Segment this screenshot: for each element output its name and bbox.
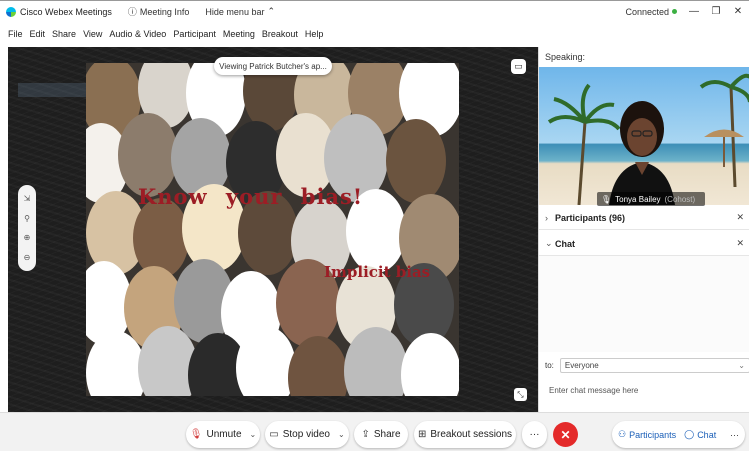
- menu-audio-video[interactable]: Audio & Video: [109, 29, 166, 39]
- zoom-out-icon[interactable]: ⊖: [24, 253, 31, 262]
- breakout-sessions-button[interactable]: ⊞ Breakout sessions: [414, 421, 516, 448]
- speaker-name-tag: 🎙 Tonya Bailey (Cohost): [597, 192, 705, 206]
- more-options-button[interactable]: ···: [522, 421, 547, 448]
- pip-icon: ▭: [514, 61, 523, 71]
- fit-to-window-button[interactable]: ⤡: [514, 388, 527, 401]
- more-panels-icon[interactable]: ···: [730, 430, 739, 440]
- chat-bubble-icon: ◯: [684, 429, 695, 439]
- recipient-value: Everyone: [564, 361, 599, 370]
- menu-view[interactable]: View: [83, 29, 102, 39]
- stop-video-label: Stop video: [282, 429, 330, 440]
- connection-label: Connected: [625, 6, 669, 17]
- chat-messages[interactable]: [539, 256, 749, 352]
- close-chat-icon[interactable]: ✕: [736, 238, 744, 249]
- person-icon: ⚇: [618, 429, 627, 439]
- hide-menu-label: Hide menu bar: [205, 6, 265, 17]
- chevron-down-icon[interactable]: ⌄: [338, 430, 345, 439]
- chevron-down-icon: ⌄: [738, 361, 745, 370]
- connection-status: Connected: [625, 7, 677, 17]
- video-camera-icon: ▭: [269, 429, 279, 440]
- side-panel: Speaking: 🎙 Tonya Bailey (Cohost) › Part: [538, 47, 749, 412]
- zoom-in-icon[interactable]: ⊕: [24, 233, 31, 242]
- title-bar: Cisco Webex Meetings ⓘ Meeting Info Hide…: [0, 0, 749, 22]
- breakout-icon: ⊞: [417, 429, 427, 440]
- hide-menu-bar-button[interactable]: Hide menu bar ⌃: [205, 6, 275, 17]
- meeting-info-label: Meeting Info: [139, 6, 190, 17]
- app-name: Cisco Webex Meetings: [20, 6, 112, 17]
- pin-icon[interactable]: ⚲: [24, 214, 30, 223]
- menu-file[interactable]: File: [8, 29, 23, 39]
- panel-toggles: ⚇ Participants ◯ Chat ···: [612, 421, 745, 448]
- chat-input[interactable]: [549, 383, 739, 397]
- stop-video-button[interactable]: ▭ Stop video ⌄: [265, 421, 349, 448]
- participants-toggle-button[interactable]: ⚇ Participants: [618, 429, 676, 440]
- more-icon: ···: [529, 429, 540, 440]
- muted-microphone-icon: 🎙: [189, 429, 203, 440]
- chat-label: Chat: [555, 238, 575, 249]
- meeting-controls: 🎙 Unmute ⌄ ▭ Stop video ⌄ ⇪ Share ⊞ Brea…: [0, 412, 749, 451]
- menu-meeting[interactable]: Meeting: [223, 29, 255, 39]
- chevron-right-icon: ›: [545, 212, 548, 223]
- app-title: Cisco Webex Meetings: [6, 6, 112, 17]
- menu-participant[interactable]: Participant: [173, 29, 216, 39]
- menu-bar: File Edit Share View Audio & Video Parti…: [0, 22, 749, 46]
- participants-toggle-label: Participants: [629, 429, 677, 440]
- unmute-label: Unmute: [206, 429, 242, 440]
- menu-share[interactable]: Share: [52, 29, 76, 39]
- chat-recipient-select[interactable]: Everyone ⌄: [559, 358, 749, 373]
- chevron-up-icon: ⌃: [267, 6, 276, 16]
- speaker-role: (Cohost): [664, 194, 696, 204]
- to-label: to:: [545, 361, 554, 370]
- speaker-video[interactable]: [539, 67, 749, 205]
- beach-video-feed: [547, 73, 749, 205]
- minimize-icon[interactable]: —: [689, 6, 699, 17]
- unmute-button[interactable]: 🎙 Unmute ⌄: [186, 421, 260, 448]
- chat-recipient-row: to: Everyone ⌄: [545, 358, 749, 373]
- participants-label: Participants (96): [555, 212, 626, 223]
- close-window-icon[interactable]: ✕: [733, 6, 743, 17]
- picture-in-picture-button[interactable]: ▭: [511, 59, 526, 74]
- fit-icon: ⤡: [517, 389, 524, 399]
- share-icon: ⇪: [361, 429, 370, 440]
- restore-icon[interactable]: ❐: [711, 6, 721, 17]
- slide-subtitle: Implicit bias: [324, 263, 431, 281]
- viewing-indicator[interactable]: Viewing Patrick Butcher's ap...: [214, 57, 332, 75]
- shared-image: Know your bias! Implicit bias: [86, 63, 459, 396]
- share-button[interactable]: ⇪ Share: [354, 421, 408, 448]
- viewing-label: Viewing Patrick Butcher's ap...: [219, 61, 327, 71]
- chevron-down-icon[interactable]: ⌄: [250, 430, 257, 439]
- info-icon: ⓘ: [127, 7, 137, 17]
- shared-content-stage: Know your bias! Implicit bias Viewing Pa…: [8, 47, 538, 412]
- webex-logo-icon: [6, 6, 16, 17]
- head-silhouettes-illustration: [86, 63, 459, 396]
- leave-meeting-button[interactable]: ✕: [553, 422, 578, 447]
- microphone-icon: 🎙: [601, 194, 612, 204]
- participants-section-header[interactable]: › Participants (96) ✕: [539, 206, 749, 230]
- slide-title: Know your bias!: [138, 184, 364, 209]
- menu-breakout[interactable]: Breakout: [262, 29, 298, 39]
- close-icon: ✕: [560, 427, 571, 442]
- menu-edit[interactable]: Edit: [30, 29, 46, 39]
- annotation-toolbar: ⇲ ⚲ ⊕ ⊖: [18, 185, 36, 271]
- chat-toggle-button[interactable]: ◯ Chat: [684, 429, 716, 440]
- speaking-label: Speaking:: [545, 52, 586, 62]
- share-label: Share: [373, 429, 401, 440]
- chevron-down-icon: ⌄: [545, 238, 553, 248]
- chat-toggle-label: Chat: [697, 429, 717, 440]
- pointer-icon[interactable]: ⇲: [24, 194, 31, 203]
- menu-help[interactable]: Help: [305, 29, 324, 39]
- close-participants-icon[interactable]: ✕: [736, 212, 744, 223]
- connected-dot-icon: [672, 9, 677, 14]
- speaker-name: Tonya Bailey: [615, 194, 661, 204]
- chat-section-header[interactable]: ⌄ Chat ✕: [539, 232, 749, 256]
- breakout-label: Breakout sessions: [430, 429, 513, 440]
- meeting-info-button[interactable]: ⓘ Meeting Info: [128, 5, 190, 18]
